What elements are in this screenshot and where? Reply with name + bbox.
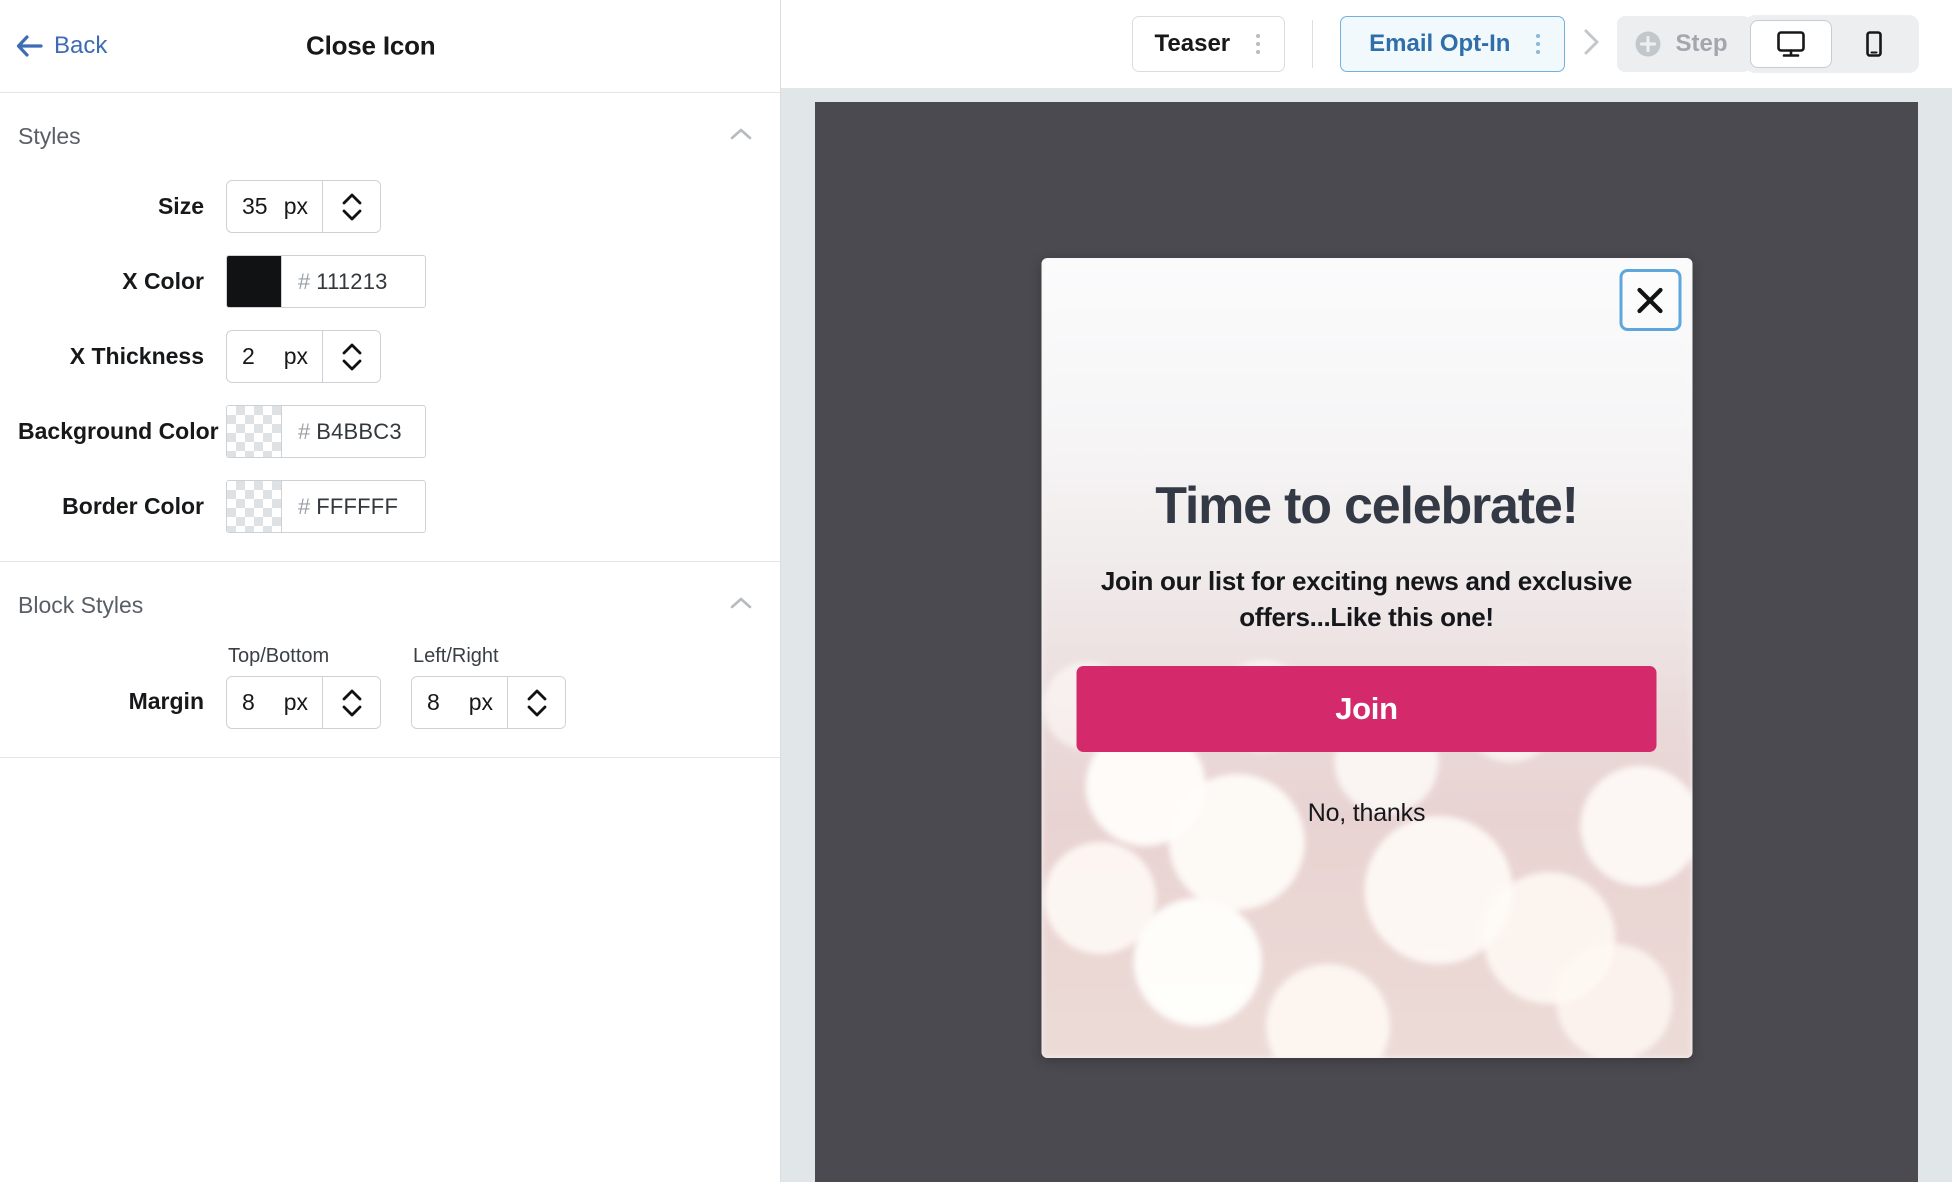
field-x-color-label: X Color: [122, 268, 204, 294]
margin-top-bottom-stepper[interactable]: [322, 677, 380, 728]
size-field[interactable]: 35 px: [227, 181, 322, 232]
page-title: Close Icon: [306, 30, 436, 61]
field-margin: Margin Top/Bottom 8 px Left/Right 8 px: [0, 645, 780, 729]
x-color-swatch[interactable]: [227, 256, 282, 307]
popup-content: Time to celebrate! Join our list for exc…: [1041, 258, 1692, 1058]
device-mobile-button[interactable]: [1832, 20, 1914, 68]
field-border-color: Border Color # FFFFFF: [0, 480, 780, 533]
tab-teaser[interactable]: Teaser: [1131, 16, 1286, 72]
device-preview-toggle: [1745, 15, 1919, 73]
back-label: Back: [54, 32, 108, 59]
field-border-color-label: Border Color: [62, 493, 204, 519]
toolbar-divider: [1312, 20, 1314, 68]
margin-left-right-group: Left/Right 8 px: [411, 645, 566, 729]
margin-left-right-value: 8: [427, 689, 440, 715]
margin-top-bottom-unit: px: [283, 689, 308, 715]
x-thickness-value: 2: [242, 343, 255, 369]
x-color-hex-field[interactable]: # 111213: [282, 256, 425, 307]
hash-symbol: #: [298, 418, 311, 444]
tab-email-opt-in[interactable]: Email Opt-In: [1340, 16, 1566, 72]
x-thickness-unit: px: [283, 343, 308, 369]
field-margin-label: Margin: [128, 688, 204, 714]
margin-left-right-stepper[interactable]: [507, 677, 565, 728]
section-styles-header[interactable]: Styles: [0, 93, 780, 158]
field-size: Size 35 px: [0, 180, 780, 233]
field-background-color-label: Background Color: [18, 418, 219, 444]
x-thickness-input[interactable]: 2 px: [226, 330, 381, 383]
size-unit: px: [283, 193, 308, 219]
section-styles: Styles Size 35 px X Color # 111213 X Thi…: [0, 93, 780, 562]
hash-symbol: #: [298, 493, 311, 519]
device-desktop-button[interactable]: [1750, 20, 1832, 68]
tab-email-opt-in-label: Email Opt-In: [1369, 30, 1511, 57]
chevron-up-icon[interactable]: [726, 594, 760, 617]
popup-heading: Time to celebrate!: [1155, 477, 1579, 535]
margin-left-right-unit: px: [468, 689, 493, 715]
x-thickness-stepper[interactable]: [322, 331, 380, 382]
mobile-phone-icon: [1860, 28, 1886, 60]
add-step-label: Step: [1675, 30, 1728, 57]
field-x-thickness: X Thickness 2 px: [0, 330, 780, 383]
plus-circle-icon: [1634, 30, 1662, 58]
editor-area: Teaser Email Opt-In Step Time to celebra…: [781, 0, 1952, 1182]
popup-builder-app: Back Close Icon Styles Size 35 px X Colo…: [0, 0, 1952, 1182]
field-size-label: Size: [157, 193, 204, 219]
border-color-swatch[interactable]: [227, 481, 282, 532]
margin-left-right-field[interactable]: 8 px: [412, 677, 507, 728]
margin-left-right-input[interactable]: 8 px: [411, 676, 566, 729]
section-block-styles: Block Styles Margin Top/Bottom 8 px Left…: [0, 562, 780, 758]
close-x-icon: [1633, 283, 1668, 318]
x-thickness-field[interactable]: 2 px: [227, 331, 322, 382]
preview-canvas-wrapper: Time to celebrate! Join our list for exc…: [781, 88, 1952, 1182]
background-color-hex-value: B4BBC3: [316, 418, 402, 444]
size-stepper[interactable]: [322, 181, 380, 232]
margin-left-right-caption: Left/Right: [413, 645, 499, 667]
editor-toolbar: Teaser Email Opt-In Step: [781, 0, 1952, 88]
settings-panel: Back Close Icon Styles Size 35 px X Colo…: [0, 0, 781, 1182]
add-step-button[interactable]: Step: [1617, 16, 1752, 72]
size-input[interactable]: 35 px: [226, 180, 381, 233]
panel-header: Back Close Icon: [0, 0, 780, 93]
section-block-styles-title: Block Styles: [18, 592, 144, 618]
section-styles-title: Styles: [18, 123, 81, 149]
background-color-input[interactable]: # B4BBC3: [226, 405, 426, 458]
teaser-menu-dots-icon[interactable]: [1250, 34, 1266, 54]
field-background-color: Background Color # B4BBC3: [0, 405, 780, 458]
section-block-styles-header[interactable]: Block Styles: [0, 562, 780, 627]
field-x-thickness-label: X Thickness: [69, 343, 204, 369]
field-x-color: X Color # 111213: [0, 255, 780, 308]
margin-top-bottom-value: 8: [242, 689, 255, 715]
popup-subheading: Join our list for exciting news and excl…: [1100, 566, 1633, 632]
margin-top-bottom-input[interactable]: 8 px: [226, 676, 381, 729]
close-icon-element[interactable]: [1619, 269, 1681, 331]
border-color-input[interactable]: # FFFFFF: [226, 480, 426, 533]
popup-preview: Time to celebrate! Join our list for exc…: [1041, 258, 1692, 1058]
back-arrow-icon: [16, 35, 43, 57]
border-color-hex-value: FFFFFF: [316, 493, 399, 519]
x-color-input[interactable]: # 111213: [226, 255, 426, 308]
border-color-hex-field[interactable]: # FFFFFF: [282, 481, 425, 532]
margin-top-bottom-caption: Top/Bottom: [228, 645, 330, 667]
chevron-up-icon[interactable]: [726, 125, 760, 148]
back-button[interactable]: Back: [16, 32, 107, 60]
background-color-hex-field[interactable]: # B4BBC3: [282, 406, 425, 457]
desktop-monitor-icon: [1774, 28, 1808, 60]
hash-symbol: #: [298, 268, 311, 294]
decline-link[interactable]: No, thanks: [1308, 799, 1426, 828]
chevron-right-icon[interactable]: [1565, 27, 1617, 62]
toolbar-tabs: Teaser Email Opt-In Step: [1131, 16, 1752, 72]
background-color-swatch[interactable]: [227, 406, 282, 457]
email-opt-in-menu-dots-icon[interactable]: [1530, 34, 1546, 54]
join-button[interactable]: Join: [1076, 665, 1657, 752]
x-color-hex-value: 111213: [316, 268, 388, 294]
tab-teaser-label: Teaser: [1154, 30, 1231, 57]
margin-top-bottom-group: Top/Bottom 8 px: [226, 645, 381, 729]
preview-canvas: Time to celebrate! Join our list for exc…: [815, 102, 1918, 1182]
margin-top-bottom-field[interactable]: 8 px: [227, 677, 322, 728]
size-value: 35: [242, 193, 268, 219]
